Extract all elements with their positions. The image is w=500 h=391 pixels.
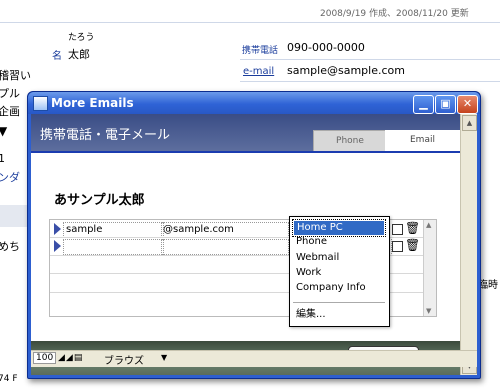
dropdown-arrow-icon: ▼	[0, 124, 8, 138]
divider	[31, 151, 460, 153]
email-user-field[interactable]	[63, 239, 164, 255]
row-arrow-icon	[54, 223, 61, 235]
bg-fragment: プル	[0, 87, 20, 100]
row-checkbox[interactable]	[392, 241, 403, 252]
bg-fragment: 74 F	[0, 374, 18, 384]
dropdown-option[interactable]: Webmail	[296, 251, 383, 265]
bg-fragment: 稽習い	[0, 69, 31, 82]
minimize-button[interactable]: ▁	[413, 95, 434, 114]
tab-phone[interactable]: Phone	[313, 130, 387, 152]
tab-email[interactable]: Email	[385, 130, 460, 151]
portal-scrollbar[interactable]: ▲ ▼	[423, 220, 436, 316]
bg-strip	[0, 205, 28, 227]
email-value[interactable]: sample@sample.com	[287, 64, 405, 77]
trash-icon[interactable]: 🗑	[405, 238, 420, 252]
divider	[293, 302, 385, 303]
trash-icon[interactable]: 🗑	[405, 221, 420, 235]
zoom-level[interactable]: 100	[33, 352, 57, 364]
bg-fragment: 1	[0, 152, 5, 165]
row-checkbox[interactable]	[392, 224, 403, 235]
email-type-dropdown: Home PC Phone Webmail Work Company Info …	[289, 216, 390, 327]
bg-fragment: 企画	[0, 105, 20, 118]
more-emails-window: More Emails ▁ ▣ ✕ 携帯電話・電子メール Phone Email…	[27, 91, 481, 379]
person-name: あサンプル太郎	[54, 193, 145, 208]
email-domain-field[interactable]: @sample.com	[161, 222, 289, 238]
header-band: 携帯電話・電子メール Phone Email	[31, 114, 460, 152]
dropdown-edit-item[interactable]: 編集...	[296, 308, 383, 322]
email-domain-field[interactable]	[161, 239, 289, 255]
layout-area: 携帯電話・電子メール Phone Email あサンプル太郎 sample @s…	[31, 114, 460, 341]
bg-fragment: ンダ	[0, 171, 20, 184]
name-value[interactable]: 太郎	[68, 46, 90, 62]
dropdown-option[interactable]: Work	[296, 266, 383, 280]
bg-fragment: めち	[0, 240, 20, 253]
mobile-phone-value[interactable]: 090-000-0000	[287, 41, 365, 54]
mode-selector[interactable]: ブラウズ	[104, 352, 144, 367]
scroll-up-icon[interactable]: ▲	[426, 221, 431, 229]
divider	[240, 59, 500, 60]
bg-fragment: 臨時	[478, 280, 498, 291]
scroll-down-icon[interactable]: ▼	[426, 307, 431, 315]
row-arrow-icon	[54, 240, 61, 252]
window-content: 携帯電話・電子メール Phone Email あサンプル太郎 sample @s…	[31, 114, 477, 375]
chevron-down-icon[interactable]: ▼	[161, 353, 167, 362]
email-link[interactable]: e-mail	[243, 66, 274, 77]
divider	[240, 81, 500, 82]
dropdown-option[interactable]: Home PC	[292, 219, 386, 237]
close-window-button[interactable]: ✕	[457, 95, 478, 114]
app-icon	[33, 96, 48, 111]
dropdown-option[interactable]: Company Info	[296, 281, 383, 295]
name-label: 名	[52, 51, 62, 62]
divider	[0, 22, 500, 23]
dropdown-option[interactable]: Phone	[296, 235, 383, 249]
title-bar[interactable]: More Emails ▁ ▣ ✕	[28, 92, 480, 114]
zoom-icons[interactable]: ◢◢▤	[58, 353, 83, 363]
scroll-up-icon[interactable]: ▲	[462, 115, 477, 131]
record-date: 2008/9/19 作成、2008/11/20 更新	[320, 9, 469, 19]
window-scrollbar[interactable]: ▲ ▼	[460, 114, 477, 375]
status-bar: 100 ◢◢▤ ブラウズ ▼	[31, 350, 477, 367]
window-title: More Emails	[51, 96, 134, 110]
mobile-phone-label: 携帯電話	[242, 46, 279, 56]
email-user-field[interactable]: sample	[63, 222, 164, 238]
header-title: 携帯電話・電子メール	[40, 128, 171, 143]
furigana-value: たろう	[68, 33, 95, 43]
maximize-button[interactable]: ▣	[435, 95, 456, 114]
